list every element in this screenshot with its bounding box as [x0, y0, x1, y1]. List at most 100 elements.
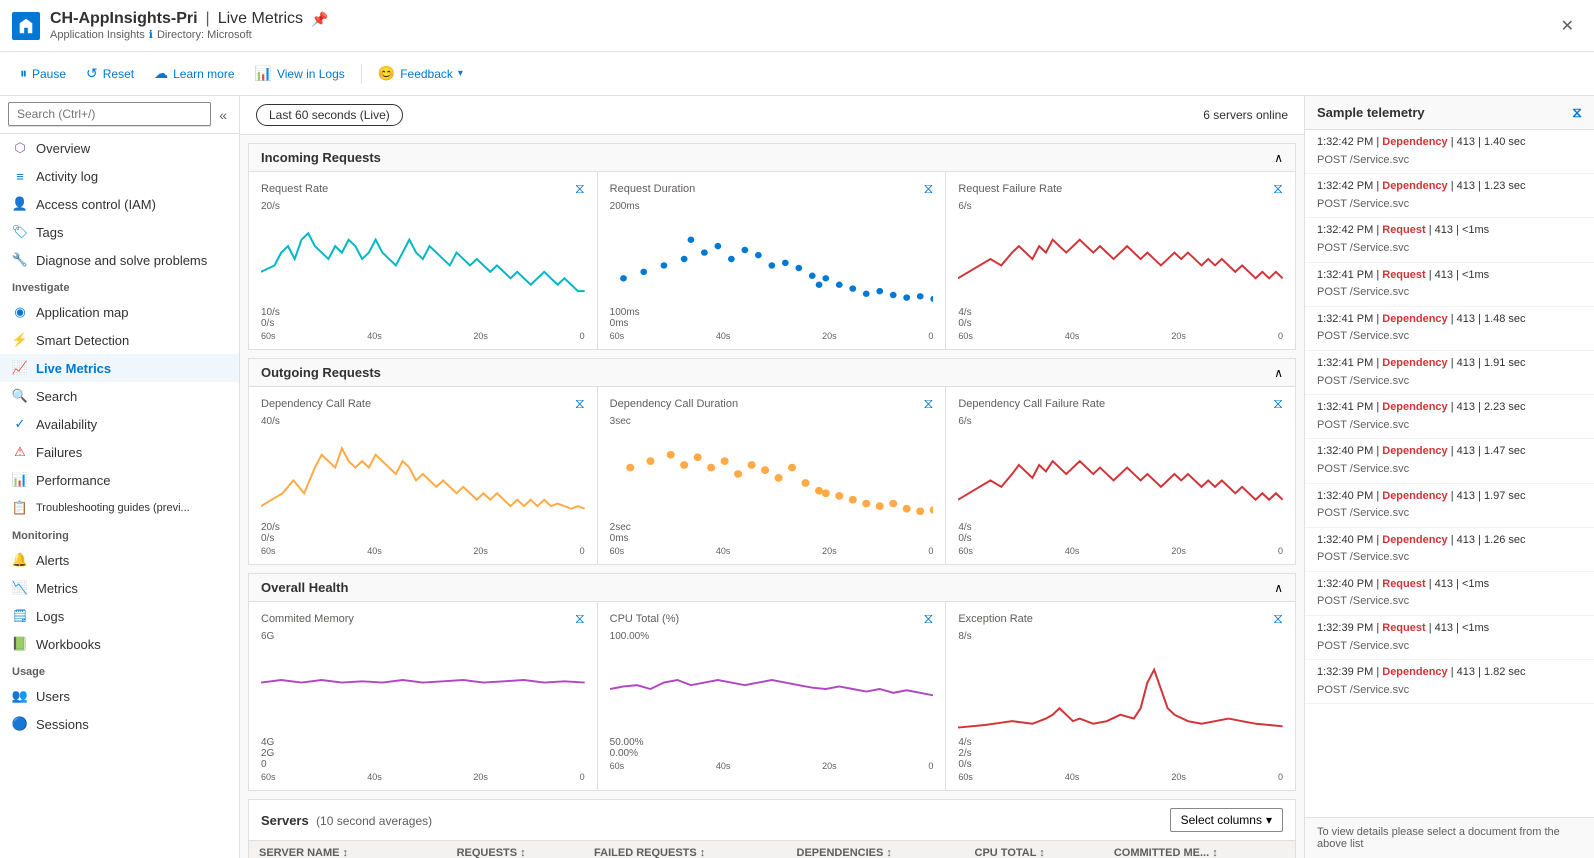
- sidebar-label-availability: Availability: [36, 417, 97, 432]
- telemetry-item[interactable]: 1:32:40 PM | Dependency | 413 | 1.97 sec…: [1305, 484, 1594, 528]
- cpu-total-svg: [610, 644, 934, 734]
- sidebar-item-search[interactable]: 🔍 Search: [0, 382, 239, 410]
- dep-failure-filter-icon[interactable]: ⧖: [1273, 395, 1283, 412]
- app-name: CH-AppInsights-Pri: [50, 10, 198, 28]
- col-server-name: SERVER NAME ↕: [249, 841, 447, 858]
- sidebar: « ⬡ Overview ≡ Activity log 👤 Access con…: [0, 96, 240, 858]
- feedback-button[interactable]: 😊 Feedback ▾: [370, 60, 471, 87]
- availability-icon: ✓: [12, 416, 28, 432]
- sort-icon-deps[interactable]: ↕: [886, 847, 892, 858]
- sidebar-item-app-map[interactable]: ◉ Application map: [0, 298, 239, 326]
- telemetry-item[interactable]: 1:32:42 PM | Dependency | 413 | 1.23 sec…: [1305, 174, 1594, 218]
- feedback-label: Feedback: [400, 67, 453, 81]
- reset-button[interactable]: ↺ Reset: [78, 60, 142, 87]
- sidebar-item-availability[interactable]: ✓ Availability: [0, 410, 239, 438]
- info-icon[interactable]: ℹ: [149, 28, 153, 41]
- sidebar-item-tags[interactable]: 🏷 Tags: [0, 218, 239, 246]
- sidebar-item-failures[interactable]: ⚠ Failures: [0, 438, 239, 466]
- telemetry-item[interactable]: 1:32:39 PM | Dependency | 413 | 1.82 sec…: [1305, 660, 1594, 704]
- telemetry-item[interactable]: 1:32:40 PM | Dependency | 413 | 1.26 sec…: [1305, 528, 1594, 572]
- sidebar-item-logs[interactable]: 🗒 Logs: [0, 602, 239, 630]
- telemetry-item[interactable]: 1:32:40 PM | Dependency | 413 | 1.47 sec…: [1305, 439, 1594, 483]
- pause-label: Pause: [32, 67, 66, 81]
- memory-filter-icon[interactable]: ⧖: [575, 610, 585, 627]
- section-usage: Usage: [0, 658, 239, 682]
- view-in-logs-button[interactable]: 📊 View in Logs: [247, 60, 353, 87]
- sidebar-item-performance[interactable]: 📊 Performance: [0, 466, 239, 494]
- live-metrics-icon: 📈: [12, 360, 28, 376]
- telemetry-item[interactable]: 1:32:40 PM | Request | 413 | <1msPOST /S…: [1305, 572, 1594, 616]
- sidebar-collapse-button[interactable]: «: [215, 103, 231, 127]
- directory-text: Directory: Microsoft: [157, 29, 252, 41]
- pin-icon[interactable]: 📌: [311, 11, 328, 28]
- sidebar-label-overview: Overview: [36, 141, 90, 156]
- sort-icon-memory[interactable]: ↕: [1212, 847, 1218, 858]
- reset-label: Reset: [103, 67, 134, 81]
- telemetry-item[interactable]: 1:32:39 PM | Request | 413 | <1msPOST /S…: [1305, 616, 1594, 660]
- time-badge: Last 60 seconds (Live): [256, 104, 403, 126]
- sort-icon-name[interactable]: ↕: [343, 847, 349, 858]
- reset-icon: ↺: [86, 65, 98, 82]
- sidebar-label-diagnose: Diagnose and solve problems: [36, 253, 207, 268]
- sidebar-item-users[interactable]: 👥 Users: [0, 682, 239, 710]
- exception-filter-icon[interactable]: ⧖: [1273, 610, 1283, 627]
- select-columns-chevron-icon: ▾: [1266, 813, 1272, 827]
- incoming-collapse-button[interactable]: ∧: [1274, 151, 1283, 165]
- search-input[interactable]: [8, 102, 211, 126]
- app-icon: [12, 12, 40, 40]
- request-failure-filter-icon[interactable]: ⧖: [1273, 180, 1283, 197]
- servers-subtitle: (10 second averages): [316, 814, 432, 828]
- cpu-total-label: CPU Total (%) ⧖: [610, 610, 934, 627]
- sort-icon-cpu[interactable]: ↕: [1039, 847, 1045, 858]
- exception-rate-svg: [958, 644, 1283, 734]
- telemetry-item[interactable]: 1:32:41 PM | Request | 413 | <1msPOST /S…: [1305, 263, 1594, 307]
- dep-call-duration-label: Dependency Call Duration ⧖: [610, 395, 934, 412]
- sidebar-item-diagnose[interactable]: 🔧 Diagnose and solve problems: [0, 246, 239, 274]
- sidebar-item-overview[interactable]: ⬡ Overview: [0, 134, 239, 162]
- failures-icon: ⚠: [12, 444, 28, 460]
- sidebar-item-sessions[interactable]: 🔵 Sessions: [0, 710, 239, 738]
- telemetry-item[interactable]: 1:32:41 PM | Dependency | 413 | 1.91 sec…: [1305, 351, 1594, 395]
- dep-rate-filter-icon[interactable]: ⧖: [575, 395, 585, 412]
- sidebar-item-metrics[interactable]: 📉 Metrics: [0, 574, 239, 602]
- request-rate-filter-icon[interactable]: ⧖: [575, 180, 585, 197]
- request-duration-filter-icon[interactable]: ⧖: [924, 180, 934, 197]
- servers-table-header-row: SERVER NAME ↕ REQUESTS ↕ FAILED REQUESTS…: [249, 841, 1295, 858]
- sidebar-item-access-control[interactable]: 👤 Access control (IAM): [0, 190, 239, 218]
- telemetry-item[interactable]: 1:32:42 PM | Request | 413 | <1msPOST /S…: [1305, 218, 1594, 262]
- sidebar-item-smart-detection[interactable]: ⚡ Smart Detection: [0, 326, 239, 354]
- telemetry-item[interactable]: 1:32:42 PM | Dependency | 413 | 1.40 sec…: [1305, 130, 1594, 174]
- health-collapse-button[interactable]: ∧: [1274, 581, 1283, 595]
- servers-table-head: SERVER NAME ↕ REQUESTS ↕ FAILED REQUESTS…: [249, 841, 1295, 858]
- telemetry-item[interactable]: 1:32:41 PM | Dependency | 413 | 1.48 sec…: [1305, 307, 1594, 351]
- users-icon: 👥: [12, 688, 28, 704]
- sidebar-label-logs: Logs: [36, 609, 64, 624]
- sort-icon-failed[interactable]: ↕: [700, 847, 706, 858]
- outgoing-collapse-button[interactable]: ∧: [1274, 366, 1283, 380]
- close-button[interactable]: ✕: [1553, 12, 1582, 40]
- select-columns-button[interactable]: Select columns ▾: [1170, 808, 1283, 832]
- outgoing-requests-header: Outgoing Requests ∧: [249, 359, 1295, 387]
- learn-more-button[interactable]: ☁ Learn more: [146, 60, 242, 87]
- telemetry-footer-text: To view details please select a document…: [1317, 826, 1560, 850]
- view-logs-label: View in Logs: [277, 67, 345, 81]
- telemetry-item[interactable]: 1:32:41 PM | Dependency | 413 | 2.23 sec…: [1305, 395, 1594, 439]
- sidebar-label-workbooks: Workbooks: [36, 637, 101, 652]
- alerts-icon: 🔔: [12, 552, 28, 568]
- sidebar-item-live-metrics[interactable]: 📈 Live Metrics: [0, 354, 239, 382]
- sidebar-item-activity-log[interactable]: ≡ Activity log: [0, 162, 239, 190]
- pause-button[interactable]: ⏸ Pause: [12, 60, 74, 87]
- sort-icon-requests[interactable]: ↕: [520, 847, 526, 858]
- learn-icon: ☁: [154, 65, 168, 82]
- filter-icon[interactable]: ⧖: [1572, 104, 1582, 121]
- incoming-charts-grid: Request Rate ⧖ 20/s 10/s 0/s 60s40s20s0: [249, 172, 1295, 349]
- telemetry-footer: To view details please select a document…: [1305, 817, 1594, 858]
- sidebar-item-alerts[interactable]: 🔔 Alerts: [0, 546, 239, 574]
- sidebar-item-workbooks[interactable]: 📗 Workbooks: [0, 630, 239, 658]
- dep-duration-filter-icon[interactable]: ⧖: [924, 395, 934, 412]
- activity-log-icon: ≡: [12, 168, 28, 184]
- sidebar-label-metrics: Metrics: [36, 581, 78, 596]
- sidebar-item-troubleshooting[interactable]: 📋 Troubleshooting guides (previ...: [0, 494, 239, 522]
- cpu-filter-icon[interactable]: ⧖: [924, 610, 934, 627]
- performance-icon: 📊: [12, 472, 28, 488]
